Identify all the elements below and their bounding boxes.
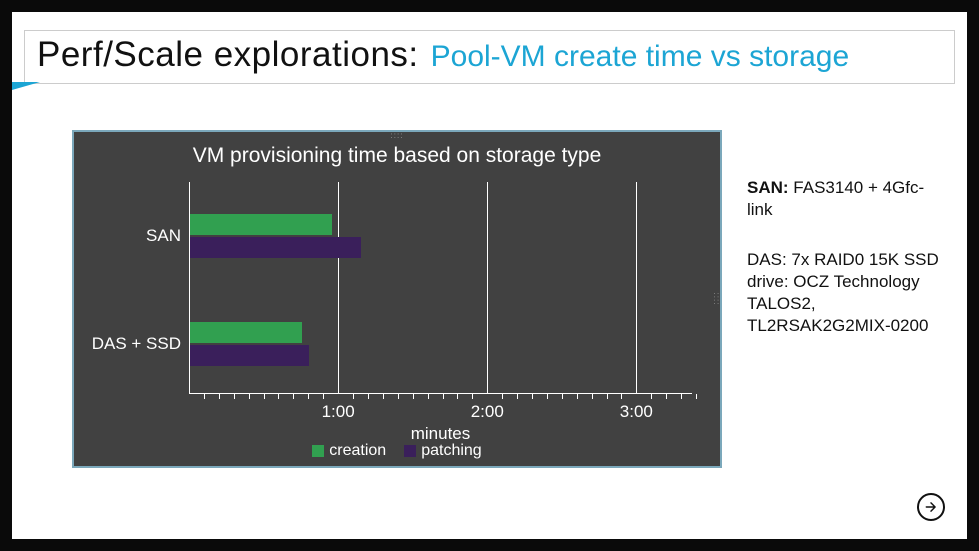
x-tick-minor (562, 394, 563, 399)
x-tick-minor (278, 394, 279, 399)
x-tick-minor (264, 394, 265, 399)
note-san: SAN: FAS3140 + 4Gfc-link (747, 177, 941, 221)
x-tick-minor (323, 394, 324, 399)
x-tick-minor (368, 394, 369, 399)
legend-label: creation (329, 442, 386, 460)
resize-grip-right[interactable]: :::: (712, 293, 721, 306)
x-tick-minor (592, 394, 593, 399)
x-tick-minor (219, 394, 220, 399)
legend-swatch (404, 445, 416, 457)
x-tick-minor (502, 394, 503, 399)
bar-patching (190, 345, 309, 366)
note-das: DAS: 7x RAID0 15K SSD drive: OCZ Technol… (747, 249, 941, 337)
gridline (338, 182, 339, 394)
x-tick-minor (547, 394, 548, 399)
plot-area: minutes 1:002:003:00SANDAS + SSD (189, 182, 692, 394)
x-tick-minor (249, 394, 250, 399)
x-tick-minor (696, 394, 697, 399)
x-tick-minor (666, 394, 667, 399)
slide: Perf/Scale explorations: Pool-VM create … (12, 12, 967, 539)
x-tick-minor (398, 394, 399, 399)
bar-creation (190, 322, 302, 343)
x-tick-minor (428, 394, 429, 399)
title-main: Perf/Scale explorations: (37, 35, 419, 75)
x-tick-label: 3:00 (620, 402, 653, 422)
gridline (636, 182, 637, 394)
legend-item: creation (312, 442, 386, 460)
x-tick-minor (532, 394, 533, 399)
x-tick-minor (517, 394, 518, 399)
x-tick-minor (681, 394, 682, 399)
x-tick-minor (413, 394, 414, 399)
arrow-right-icon (924, 500, 938, 514)
y-category-label: DAS + SSD (89, 334, 181, 354)
gridline (487, 182, 488, 394)
resize-grip-top[interactable]: :::: (391, 131, 404, 140)
x-tick-minor (383, 394, 384, 399)
x-tick-minor (607, 394, 608, 399)
legend-label: patching (421, 442, 482, 460)
x-tick-label: 1:00 (322, 402, 355, 422)
x-tick-minor (204, 394, 205, 399)
x-axis-title: minutes (411, 424, 471, 444)
x-tick-minor (651, 394, 652, 399)
x-tick-minor (577, 394, 578, 399)
x-tick-minor (621, 394, 622, 399)
x-tick-minor (234, 394, 235, 399)
y-category-label: SAN (89, 226, 181, 246)
legend-item: patching (404, 442, 482, 460)
accent-decoration (12, 82, 40, 90)
chart-container: :::: :::: VM provisioning time based on … (72, 130, 722, 468)
bar-creation (190, 214, 332, 235)
x-tick-minor (443, 394, 444, 399)
note-san-label: SAN: (747, 178, 789, 197)
next-slide-button[interactable] (917, 493, 945, 521)
x-tick-label: 2:00 (471, 402, 504, 422)
x-tick-minor (457, 394, 458, 399)
x-tick-minor (308, 394, 309, 399)
sidebar-notes: SAN: FAS3140 + 4Gfc-link DAS: 7x RAID0 1… (747, 177, 941, 338)
bar-patching (190, 237, 361, 258)
legend-swatch (312, 445, 324, 457)
x-tick-minor (353, 394, 354, 399)
slide-title-bar: Perf/Scale explorations: Pool-VM create … (24, 30, 955, 84)
x-tick-minor (472, 394, 473, 399)
x-tick-minor (293, 394, 294, 399)
legend: creation patching (74, 442, 720, 460)
title-sub: Pool-VM create time vs storage (431, 40, 850, 74)
